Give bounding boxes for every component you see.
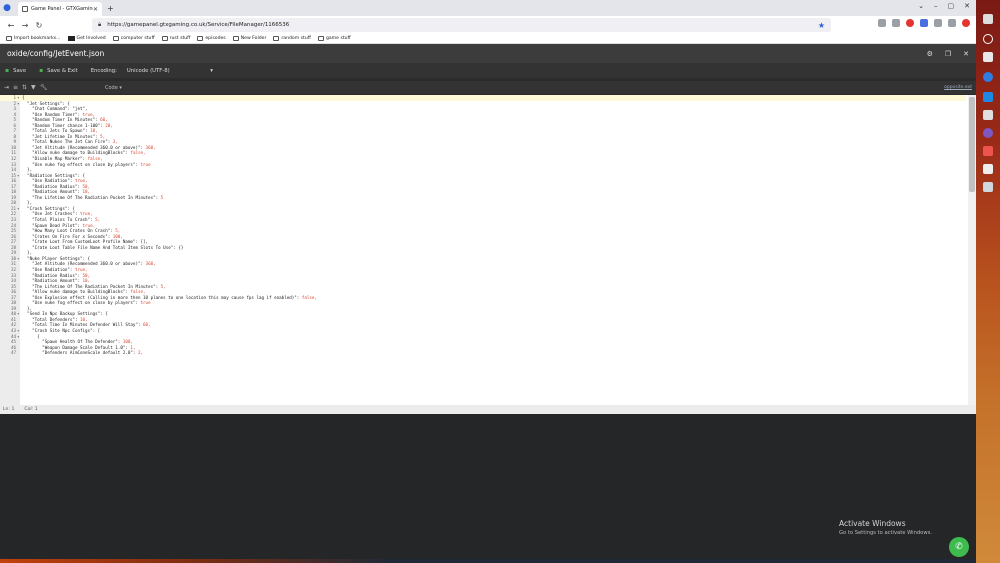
folder-icon [273, 36, 280, 41]
editor-subtoolbar: ⇥ ≡ ⇅ ▼ 🔧︎ Code ▾ opposite.ext [0, 81, 976, 94]
settings-icon[interactable]: ⚙ [927, 50, 933, 58]
site-icon [67, 36, 75, 41]
lock-icon[interactable]: 🔒︎ [98, 21, 101, 29]
bookmark-star-icon[interactable]: ★ [818, 21, 825, 30]
url-bar[interactable]: 🔒︎ https://gamepanel.gtxgaming.co.uk/Ser… [92, 18, 831, 32]
bookmark-folder[interactable]: random stuff [273, 36, 311, 41]
adblock-icon[interactable] [906, 19, 914, 27]
forward-icon[interactable]: → [18, 21, 32, 30]
bookmark-folder[interactable]: computer stuff [112, 36, 155, 41]
save-icon: ▪ [39, 67, 44, 74]
code-editor[interactable]: 1 ▾{2 ▾ "Jet Settings": {3 "Chat Command":… [0, 95, 976, 405]
file-editor-header: oxide/config/JetEvent.json ⚙ ❐ ✕ [0, 44, 976, 63]
search-icon[interactable] [983, 34, 993, 44]
bookmarks-bar: Import bookmarks... Get Involved compute… [0, 34, 976, 44]
close-tab-icon[interactable]: ✕ [93, 6, 98, 13]
folder-icon [317, 36, 324, 41]
maximize-icon[interactable]: ▢ [948, 2, 955, 10]
taskbar-strip [0, 559, 976, 563]
app-icon[interactable] [983, 146, 993, 156]
header-controls: ⚙ ❐ ✕ [927, 50, 969, 58]
close-window-icon[interactable]: ✕ [964, 2, 970, 10]
encoding-label: Encoding: [90, 67, 117, 74]
app-icon[interactable] [983, 92, 993, 102]
save-button[interactable]: ▪ Save [5, 67, 26, 74]
folder-icon [112, 36, 119, 41]
filter-icon[interactable]: ▼ [31, 84, 40, 91]
explorer-icon[interactable] [983, 110, 993, 120]
back-icon[interactable]: ← [4, 21, 18, 30]
browser-nav-bar: ← → ↻ 🔒︎ https://gamepanel.gtxgaming.co.… [0, 16, 984, 34]
indent-icon[interactable]: ⇥ [4, 84, 13, 91]
app-icon[interactable] [983, 164, 993, 174]
account-icon[interactable] [948, 19, 956, 27]
activate-windows-watermark: Activate Windows Go to Settings to activ… [839, 519, 932, 536]
browser-tab[interactable]: Game Panel - GTXGaming.co... ✕ [18, 2, 102, 16]
sort-icon[interactable]: ⇅ [22, 84, 31, 91]
wrap-icon[interactable]: ≡ [13, 84, 22, 91]
code-lines[interactable]: 1 ▾{2 ▾ "Jet Settings": {3 "Chat Command":… [0, 95, 966, 356]
reload-icon[interactable]: ↻ [32, 21, 46, 30]
code-text: "Defenders AimConeScale default 2.0": 2, [22, 350, 144, 356]
folder-icon [6, 36, 12, 41]
app-icon[interactable] [983, 182, 993, 192]
new-tab-button[interactable]: + [107, 2, 114, 16]
wrench-icon[interactable]: 🔧︎ [40, 84, 49, 91]
caret-down-icon: ▾ [119, 84, 122, 91]
cursor-col: Col: 1 [24, 407, 38, 412]
minimize-icon[interactable]: – [934, 2, 938, 10]
folder-icon [197, 36, 204, 41]
extensions-puzzle-icon[interactable] [934, 19, 942, 27]
encoding-select[interactable]: Unicode (UTF-8) ▾ [127, 68, 213, 74]
download-icon[interactable] [892, 19, 900, 27]
save-exit-button[interactable]: ▪ Save & Exit [39, 67, 78, 74]
pocket-icon[interactable] [878, 19, 886, 27]
page-favicon-icon [22, 6, 28, 12]
window-controls: ⌄ – ▢ ✕ [918, 2, 970, 10]
toolbar-link[interactable]: opposite.ext [944, 85, 972, 90]
folder-icon [232, 36, 239, 41]
scrollbar-thumb[interactable] [969, 97, 975, 192]
folder-icon [161, 36, 168, 41]
bookmark-folder[interactable]: game stuff [317, 36, 351, 41]
code-line[interactable]: 47 "Defenders AimConeScale default 2.0":… [0, 350, 966, 356]
edge-icon[interactable] [983, 72, 993, 82]
bookmark-folder[interactable]: New Folder [232, 36, 266, 41]
browser-tab-bar: ● Game Panel - GTXGaming.co... ✕ + ⌄ – ▢… [0, 0, 976, 16]
save-icon: ▪ [5, 67, 10, 74]
bookmark-get-involved[interactable]: Get Involved [67, 36, 106, 41]
caret-down-icon: ▾ [210, 67, 213, 74]
tab-title: Game Panel - GTXGaming.co... [31, 6, 93, 12]
url-text[interactable]: https://gamepanel.gtxgaming.co.uk/Servic… [107, 22, 289, 28]
wechat-icon[interactable]: ✆ [949, 537, 969, 557]
extension-icons [878, 19, 984, 27]
restore-icon[interactable]: ❐ [945, 50, 951, 58]
file-title: oxide/config/JetEvent.json [7, 49, 105, 58]
bookmark-folder[interactable]: episodes [197, 36, 226, 41]
extension-icon[interactable] [920, 19, 928, 27]
editor-toolbar: ▪ Save ▪ Save & Exit Encoding: Unicode (… [0, 63, 976, 78]
bookmark-folder[interactable]: rust stuff [161, 36, 190, 41]
editor-statusbar: Ln: 1 Col: 1 [0, 405, 976, 414]
discord-icon[interactable] [983, 128, 993, 138]
line-number: 47 [10, 350, 16, 356]
close-icon[interactable]: ✕ [963, 50, 969, 58]
firefox-icon[interactable]: ● [0, 0, 14, 16]
editor-scrollbar[interactable] [968, 95, 976, 405]
list-tabs-icon[interactable]: ⌄ [918, 2, 924, 10]
mode-select[interactable]: Code ▾ [105, 85, 122, 91]
notification-icon[interactable] [962, 19, 970, 27]
desktop-side-strip [976, 0, 1000, 563]
page-background [0, 414, 976, 559]
start-icon[interactable] [983, 14, 993, 24]
task-view-icon[interactable] [983, 52, 993, 62]
cursor-line: Ln: 1 [3, 407, 15, 412]
bookmark-import[interactable]: Import bookmarks... [6, 36, 61, 41]
